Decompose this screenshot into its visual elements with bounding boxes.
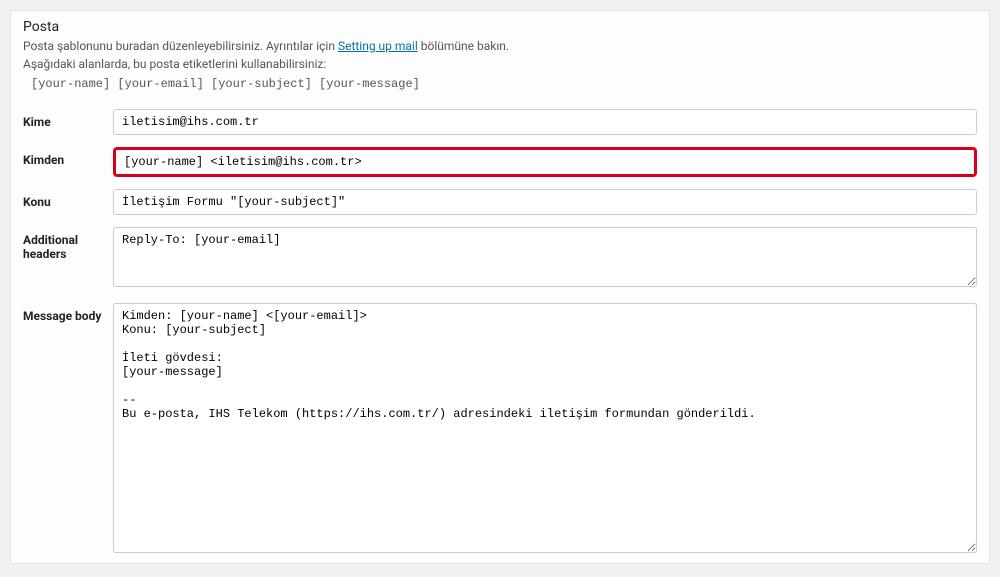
to-label: Kime — [23, 109, 113, 129]
row-to: Kime — [11, 103, 989, 141]
from-input[interactable] — [113, 147, 977, 177]
row-body: Message body — [11, 297, 989, 563]
headers-label: Additional headers — [23, 227, 113, 261]
subject-input[interactable] — [113, 189, 977, 215]
mail-panel: Posta Posta şablonunu buradan düzenleyeb… — [10, 10, 990, 564]
panel-title: Posta — [11, 11, 989, 39]
body-textarea[interactable] — [113, 303, 977, 553]
panel-description-2: Aşağıdaki alanlarda, bu posta etiketleri… — [11, 57, 989, 75]
from-label: Kimden — [23, 147, 113, 167]
subject-label: Konu — [23, 189, 113, 209]
row-from: Kimden — [11, 141, 989, 183]
row-headers: Additional headers — [11, 221, 989, 297]
panel-description: Posta şablonunu buradan düzenleyebilirsi… — [11, 39, 989, 57]
mail-tags: [your-name] [your-email] [your-subject] … — [11, 75, 989, 103]
desc-after: bölümüne bakın. — [418, 39, 509, 53]
desc-before: Posta şablonunu buradan düzenleyebilirsi… — [23, 39, 338, 53]
to-input[interactable] — [113, 109, 977, 135]
headers-textarea[interactable] — [113, 227, 977, 287]
body-label: Message body — [23, 303, 113, 323]
row-subject: Konu — [11, 183, 989, 221]
setting-up-mail-link[interactable]: Setting up mail — [338, 39, 418, 53]
